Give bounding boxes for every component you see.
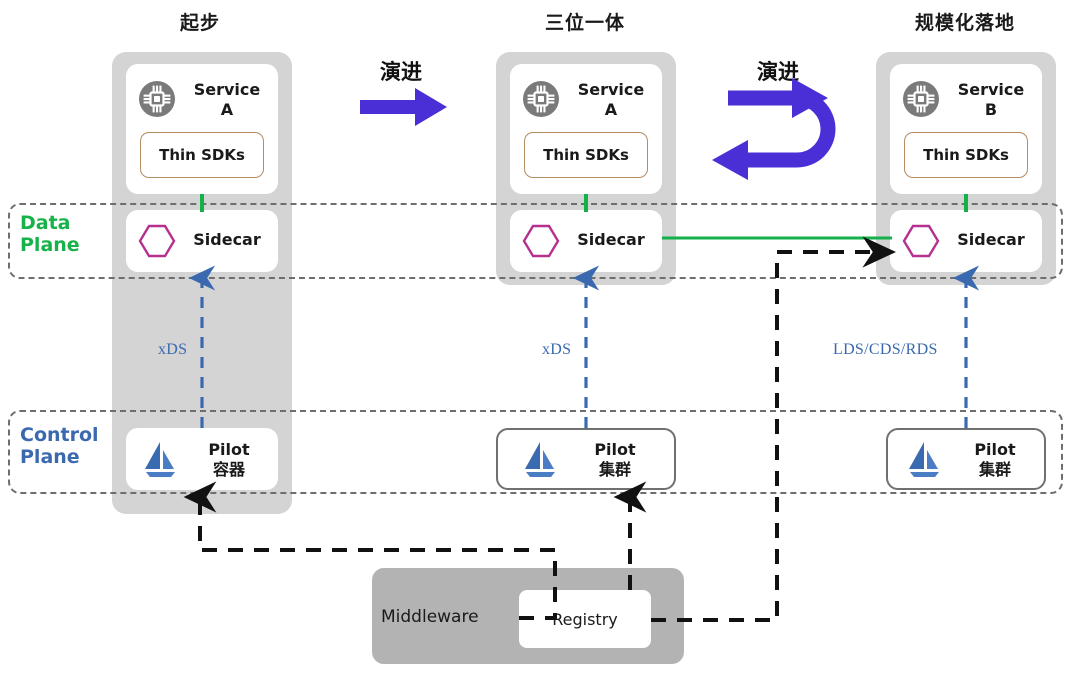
stage-3-pilot-card[interactable]: Pilot 集群 — [886, 428, 1046, 490]
chip-icon — [902, 80, 940, 123]
hexagon-icon — [522, 224, 560, 263]
hexagon-icon — [902, 224, 940, 263]
stage-3-thin-sdk-box[interactable]: Thin SDKs — [904, 132, 1028, 178]
evolve-label-2: 演进 — [757, 60, 799, 84]
stage-1-sidecar-label: Sidecar — [193, 230, 261, 249]
column-title-stage-1: 起步 — [179, 12, 220, 34]
diagram-canvas: 起步 三位一体 规模化落地 Data Plane Control Plane S… — [0, 0, 1080, 676]
stage-3-protocol-label: LDS/CDS/RDS — [833, 341, 938, 358]
evolve-arrow-2-uturn-loop-arrow — [728, 90, 836, 168]
stage-1-service-card[interactable]: Service A Thin SDKs — [126, 64, 278, 194]
istio-sail-icon — [142, 439, 178, 484]
stage-3-service-name-line1: Service — [957, 80, 1025, 99]
middleware-label: Middleware — [381, 607, 479, 627]
stage-2-thin-sdk-label: Thin SDKs — [543, 146, 629, 164]
stage-1-protocol-label: xDS — [158, 341, 188, 358]
evolve-arrow-1-straight-right-arrow — [360, 88, 447, 126]
stage-2-sidecar-label: Sidecar — [577, 230, 645, 249]
stage-2-service-name-line1: Service — [577, 80, 645, 99]
control-plane-label-line1: Control — [20, 424, 99, 446]
stage-1-service-name: Service A — [184, 80, 270, 120]
stage-1-service-name-line2: A — [220, 100, 234, 119]
stage-2-service-card[interactable]: Service A Thin SDKs — [510, 64, 662, 194]
istio-sail-icon — [906, 439, 942, 484]
istio-sail-icon — [522, 439, 558, 484]
stage-2-pilot-name-line2: 集群 — [598, 460, 631, 479]
stage-3-thin-sdk-label: Thin SDKs — [923, 146, 1009, 164]
stage-1-sidecar-card[interactable]: Sidecar — [126, 210, 278, 272]
chip-icon — [138, 80, 176, 123]
control-plane-label-line2: Plane — [20, 446, 80, 469]
stage-2-service-name: Service A — [568, 80, 654, 120]
stage-2-pilot-name-line1: Pilot — [594, 440, 636, 459]
stage-3-service-name-line2: B — [984, 100, 998, 119]
stage-3-service-name: Service B — [948, 80, 1034, 120]
stage-1-pilot-name: Pilot 容器 — [186, 440, 272, 480]
chip-icon — [522, 80, 560, 123]
stage-3-pilot-name-line1: Pilot — [974, 440, 1016, 459]
stage-2-sidecar-card[interactable]: Sidecar — [510, 210, 662, 272]
stage-3-sidecar-card[interactable]: Sidecar — [890, 210, 1042, 272]
stage-3-sidecar-label: Sidecar — [957, 230, 1025, 249]
stage-2-thin-sdk-box[interactable]: Thin SDKs — [524, 132, 648, 178]
stage-2-pilot-card[interactable]: Pilot 集群 — [496, 428, 676, 490]
stage-1-pilot-name-line2: 容器 — [212, 460, 245, 479]
stage-1-thin-sdk-box[interactable]: Thin SDKs — [140, 132, 264, 178]
stage-3-pilot-name-line2: 集群 — [978, 460, 1011, 479]
stage-1-pilot-name-line1: Pilot — [208, 440, 250, 459]
stage-1-pilot-card[interactable]: Pilot 容器 — [126, 428, 278, 490]
control-plane-label: Control Plane — [20, 424, 99, 469]
data-plane-label-line2: Plane — [20, 234, 80, 257]
column-title-stage-2: 三位一体 — [544, 12, 625, 34]
stage-1-thin-sdk-label: Thin SDKs — [159, 146, 245, 164]
stage-1-service-name-line1: Service — [193, 80, 261, 99]
evolve-label-1: 演进 — [380, 60, 422, 84]
data-plane-label: Data Plane — [20, 212, 80, 257]
evolve-arrow-2-heads — [712, 78, 828, 180]
registry-label: Registry — [552, 609, 618, 629]
stage-2-protocol-label: xDS — [542, 341, 572, 358]
data-plane-label-line1: Data — [20, 212, 71, 234]
stage-3-pilot-name: Pilot 集群 — [952, 440, 1038, 480]
hexagon-icon — [138, 224, 176, 263]
column-title-stage-3: 规模化落地 — [914, 12, 1015, 34]
stage-2-service-name-line2: A — [604, 100, 618, 119]
stage-3-service-card[interactable]: Service B Thin SDKs — [890, 64, 1042, 194]
stage-2-pilot-name: Pilot 集群 — [570, 440, 660, 480]
registry-box[interactable]: Registry — [519, 590, 651, 648]
